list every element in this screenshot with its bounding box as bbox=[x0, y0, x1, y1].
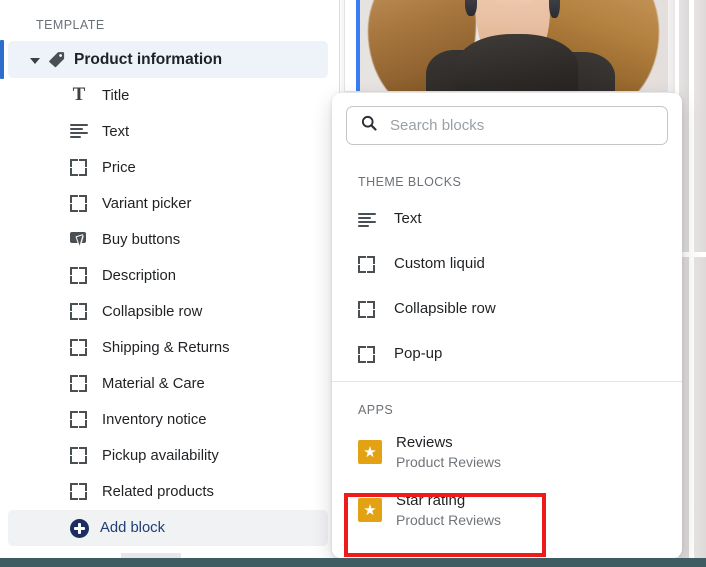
theme-block-label: Pop-up bbox=[394, 345, 443, 362]
app-title: Star rating bbox=[396, 491, 466, 509]
star-app-icon: ★ bbox=[358, 440, 382, 464]
theme-block-pop-up[interactable]: Pop-up bbox=[332, 331, 682, 376]
sidebar-item-material-care[interactable]: Material & Care bbox=[0, 366, 339, 402]
theme-block-custom-liquid[interactable]: Custom liquid bbox=[332, 241, 682, 286]
star-glyph: ★ bbox=[363, 443, 377, 461]
star-app-icon: ★ bbox=[358, 498, 382, 522]
sidebar-item-label: Variant picker bbox=[102, 196, 192, 212]
block-frame-icon bbox=[70, 338, 90, 358]
preview-edge-stripe-3 bbox=[694, 0, 706, 558]
block-frame-icon bbox=[358, 255, 378, 273]
search-icon bbox=[360, 114, 378, 137]
sidebar-item-title[interactable]: T Title bbox=[0, 78, 339, 114]
theme-block-label: Collapsible row bbox=[394, 300, 496, 317]
sidebar-item-product-information[interactable]: Product information bbox=[0, 40, 328, 79]
title-icon: T bbox=[72, 84, 86, 105]
tag-icon bbox=[46, 50, 66, 70]
star-glyph: ★ bbox=[363, 501, 377, 519]
sidebar-item-shipping-returns[interactable]: Shipping & Returns bbox=[0, 330, 339, 366]
add-block-button[interactable]: Add block bbox=[8, 510, 328, 546]
sidebar-item-pickup-availability[interactable]: Pickup availability bbox=[0, 438, 339, 474]
theme-block-text[interactable]: Text bbox=[332, 196, 682, 241]
sidebar-item-label: Text bbox=[102, 124, 130, 140]
block-frame-icon bbox=[70, 194, 90, 214]
block-frame-icon bbox=[70, 302, 90, 322]
app-subtitle: Product Reviews bbox=[396, 511, 502, 528]
sidebar-item-label: Product information bbox=[74, 50, 223, 68]
app-block-reviews[interactable]: ★ Reviews Product Reviews bbox=[332, 423, 682, 481]
sidebar-item-label: Price bbox=[102, 160, 136, 176]
chevron-down-icon[interactable] bbox=[28, 53, 42, 67]
search-input[interactable] bbox=[390, 117, 640, 134]
sidebar-item-label: Title bbox=[102, 88, 130, 104]
app-text: Reviews Product Reviews bbox=[396, 433, 501, 472]
sidebar-item-text[interactable]: Text bbox=[0, 114, 339, 150]
app-block-star-rating[interactable]: ★ Star rating Product Reviews bbox=[332, 481, 682, 539]
preview-selection-indicator bbox=[356, 0, 360, 91]
block-tree: Product information T Title Text Price V… bbox=[0, 40, 339, 546]
apps-list: ★ Reviews Product Reviews ★ Star rating … bbox=[332, 423, 682, 539]
apps-section-label: APPS bbox=[358, 403, 394, 417]
block-frame-icon bbox=[70, 158, 90, 178]
block-frame-icon bbox=[358, 345, 378, 363]
sidebar-item-label: Inventory notice bbox=[102, 412, 207, 428]
photo-garment bbox=[456, 34, 578, 91]
sidebar-item-label: Material & Care bbox=[102, 376, 205, 392]
text-lines-icon bbox=[70, 122, 90, 142]
popover-divider bbox=[332, 381, 682, 382]
app-screen: TEMPLATE Product information T Title Tex… bbox=[0, 0, 706, 567]
block-frame-icon bbox=[358, 300, 378, 318]
sidebar-item-label: Shipping & Returns bbox=[102, 340, 230, 356]
sidebar-item-collapsible-row[interactable]: Collapsible row bbox=[0, 294, 339, 330]
theme-blocks-section-label: THEME BLOCKS bbox=[358, 175, 462, 189]
sidebar-item-inventory-notice[interactable]: Inventory notice bbox=[0, 402, 339, 438]
add-block-popover: THEME BLOCKS Text Custom liquid Collapsi… bbox=[332, 93, 682, 558]
plus-circle-icon bbox=[70, 518, 89, 538]
theme-blocks-list: Text Custom liquid Collapsible row Pop-u… bbox=[332, 196, 682, 376]
sidebar-item-description[interactable]: Description bbox=[0, 258, 339, 294]
popover-scrollbar-track[interactable] bbox=[672, 99, 679, 552]
sidebar-item-variant-picker[interactable]: Variant picker bbox=[0, 186, 339, 222]
sidebar-item-label: Pickup availability bbox=[102, 448, 219, 464]
sidebar-item-price[interactable]: Price bbox=[0, 150, 339, 186]
sidebar-item-buy-buttons[interactable]: Buy buttons bbox=[0, 222, 339, 258]
sidebar-item-label: Description bbox=[102, 268, 177, 284]
block-frame-icon bbox=[70, 374, 90, 394]
block-frame-icon bbox=[70, 266, 90, 286]
bottom-status-bar bbox=[0, 558, 706, 567]
theme-block-collapsible-row[interactable]: Collapsible row bbox=[332, 286, 682, 331]
block-frame-icon bbox=[70, 410, 90, 430]
sidebar-item-label: Collapsible row bbox=[102, 304, 203, 320]
search-box[interactable] bbox=[346, 106, 668, 145]
app-text: Star rating Product Reviews bbox=[396, 491, 501, 530]
product-image bbox=[360, 0, 669, 91]
block-frame-icon bbox=[70, 446, 90, 466]
sidebar-section-label: TEMPLATE bbox=[36, 18, 105, 32]
sidebar-item-related-products[interactable]: Related products bbox=[0, 474, 339, 510]
buy-button-cursor-icon bbox=[70, 230, 90, 250]
app-subtitle: Product Reviews bbox=[396, 453, 502, 470]
add-block-label: Add block bbox=[100, 520, 165, 536]
text-lines-icon bbox=[358, 211, 378, 227]
app-title: Reviews bbox=[396, 433, 453, 451]
theme-block-label: Text bbox=[394, 210, 422, 227]
sidebar-item-label: Buy buttons bbox=[102, 232, 181, 248]
theme-block-label: Custom liquid bbox=[394, 255, 485, 272]
search-blocks-field[interactable] bbox=[346, 106, 668, 145]
selection-indicator bbox=[0, 40, 4, 79]
block-frame-icon bbox=[70, 482, 90, 502]
template-sidebar: TEMPLATE Product information T Title Tex… bbox=[0, 0, 340, 558]
sidebar-item-label: Related products bbox=[102, 484, 214, 500]
